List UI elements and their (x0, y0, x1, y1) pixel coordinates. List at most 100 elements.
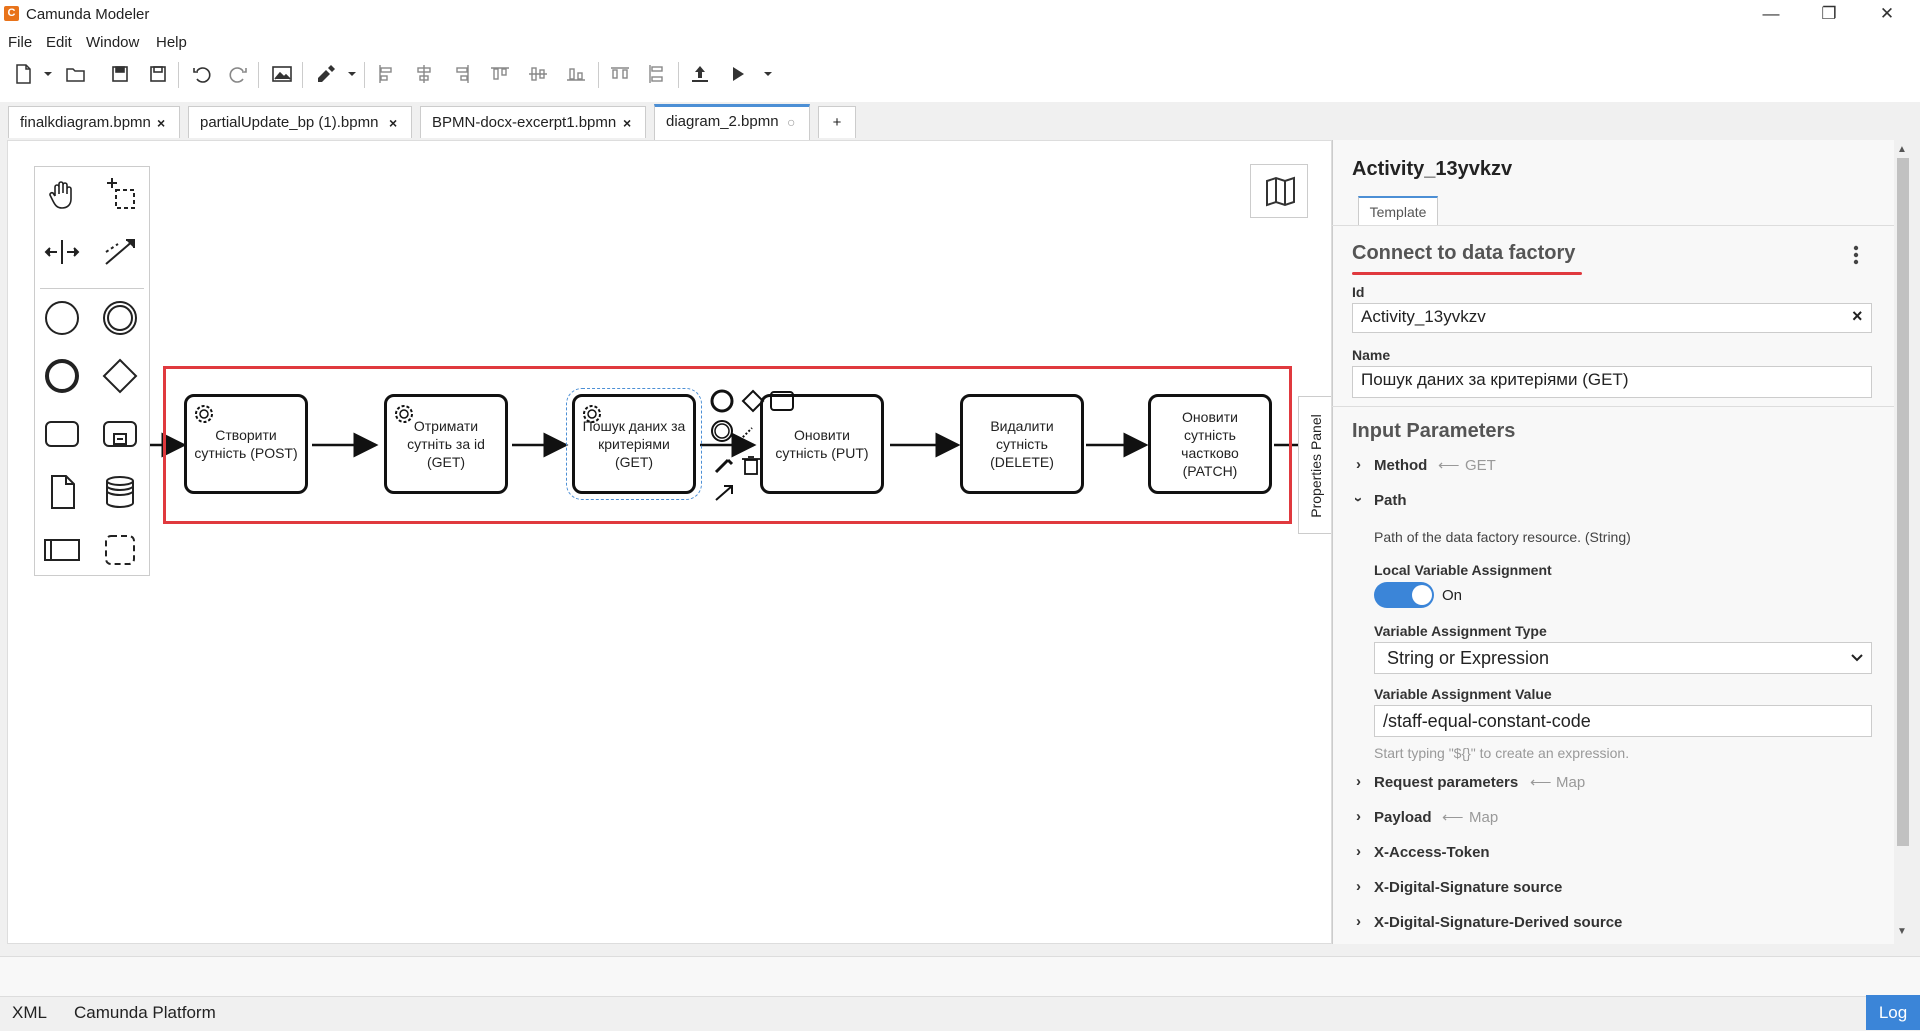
chevron-down-icon[interactable]: › (1350, 497, 1367, 502)
highlight-annotation-box (163, 366, 1292, 524)
local-variable-toggle[interactable] (1374, 582, 1434, 608)
new-file-icon[interactable] (12, 62, 36, 86)
more-options-icon[interactable] (1846, 242, 1866, 268)
chevron-right-icon[interactable]: › (1356, 843, 1361, 860)
save-icon[interactable] (108, 62, 132, 86)
bottom-bar (0, 996, 1920, 1031)
group-arrow-icon: ⟵ (1530, 774, 1552, 791)
payload-label[interactable]: Payload (1374, 809, 1432, 826)
align-left-icon[interactable] (374, 62, 398, 86)
new-tab-button[interactable]: + (818, 106, 856, 138)
distribute-vertical-icon[interactable] (644, 62, 668, 86)
x-digital-signature-label[interactable]: X-Digital-Signature source (1374, 879, 1562, 896)
run-icon[interactable] (726, 62, 750, 86)
undo-icon[interactable] (190, 62, 214, 86)
name-label: Name (1352, 347, 1391, 363)
chevron-right-icon[interactable]: › (1356, 878, 1361, 895)
platform-label[interactable]: Camunda Platform (74, 1003, 216, 1023)
align-middle-icon[interactable] (526, 62, 550, 86)
lasso-tool-icon[interactable] (100, 174, 140, 214)
input-parameters-heading: Input Parameters (1352, 420, 1516, 442)
align-top-icon[interactable] (488, 62, 512, 86)
menu-window[interactable]: Window (86, 34, 139, 51)
tab-bpmn-docx-excerpt[interactable]: BPMN-docx-excerpt1.bpmn × (420, 106, 646, 138)
element-id-heading: Activity_13yvkzv (1352, 158, 1513, 180)
restore-icon[interactable]: ❐ (1800, 0, 1858, 30)
start-event-icon[interactable] (42, 298, 82, 338)
menu-edit[interactable]: Edit (46, 34, 72, 51)
close-window-icon[interactable]: ✕ (1858, 0, 1916, 30)
task-icon[interactable] (42, 414, 82, 454)
data-store-icon[interactable] (100, 472, 140, 512)
section-divider (1332, 406, 1894, 407)
intermediate-event-icon[interactable] (100, 298, 140, 338)
clear-id-icon[interactable]: × (1852, 306, 1863, 327)
minimap-toggle-button[interactable] (1250, 164, 1308, 218)
status-strip (0, 956, 1920, 997)
open-folder-icon[interactable] (64, 62, 88, 86)
end-event-icon[interactable] (42, 356, 82, 396)
tab-diagram-2[interactable]: diagram_2.bpmn ○ (654, 104, 810, 140)
chevron-right-icon[interactable]: › (1356, 808, 1361, 825)
chevron-right-icon[interactable]: › (1356, 773, 1361, 790)
new-file-dropdown-icon[interactable] (36, 62, 52, 86)
toolbar-separator (678, 62, 679, 88)
name-input[interactable]: Пошук даних за критеріями (GET) (1352, 366, 1872, 398)
select-chevron-icon (1851, 654, 1863, 662)
pool-icon[interactable] (42, 530, 82, 570)
unsaved-indicator-icon[interactable]: ○ (787, 107, 795, 137)
variable-value-input[interactable]: /staff-equal-constant-code (1374, 705, 1872, 737)
template-underline (1352, 272, 1582, 275)
payload-value: Map (1469, 809, 1499, 826)
map-icon (1266, 176, 1295, 207)
tab-partialupdate[interactable]: partialUpdate_bp (1).bpmn × (188, 106, 412, 138)
x-digital-signature-derived-label[interactable]: X-Digital-Signature-Derived source (1374, 914, 1622, 931)
color-brush-icon[interactable] (314, 62, 338, 86)
export-image-icon[interactable] (270, 62, 294, 86)
toolbar-separator (302, 62, 303, 88)
panel-scrollbar-thumb[interactable] (1897, 158, 1909, 846)
tab-finalkdiagram[interactable]: finalkdiagram.bpmn × (8, 106, 180, 138)
method-label[interactable]: Method (1374, 457, 1427, 474)
color-dropdown-icon[interactable] (340, 62, 356, 86)
save-as-icon[interactable] (146, 62, 170, 86)
close-tab-icon[interactable]: × (157, 107, 165, 139)
connect-tool-icon[interactable] (100, 232, 140, 272)
x-access-token-label[interactable]: X-Access-Token (1374, 844, 1490, 861)
run-dropdown-icon[interactable] (756, 62, 772, 86)
chevron-right-icon[interactable]: › (1356, 913, 1361, 930)
deploy-icon[interactable] (688, 62, 712, 86)
group-icon[interactable] (100, 530, 140, 570)
distribute-horizontal-icon[interactable] (608, 62, 632, 86)
request-parameters-label[interactable]: Request parameters (1374, 774, 1518, 791)
scroll-down-icon[interactable]: ▼ (1897, 926, 1907, 937)
tab-template[interactable]: Template (1358, 196, 1438, 226)
hand-tool-icon[interactable] (42, 174, 82, 214)
menu-help[interactable]: Help (156, 34, 187, 51)
align-center-icon[interactable] (412, 62, 436, 86)
method-group[interactable]: › (1356, 456, 1361, 473)
redo-icon[interactable] (226, 62, 250, 86)
align-bottom-icon[interactable] (564, 62, 588, 86)
close-tab-icon[interactable]: × (389, 107, 397, 139)
scroll-up-icon[interactable]: ▲ (1897, 144, 1907, 155)
path-label[interactable]: Path (1374, 492, 1407, 509)
window-title: Camunda Modeler (26, 6, 150, 23)
log-button[interactable]: Log (1866, 995, 1920, 1030)
diagram-canvas[interactable] (7, 140, 1332, 944)
path-description: Path of the data factory resource. (Stri… (1374, 529, 1631, 545)
id-input[interactable]: Activity_13yvkzv (1352, 303, 1872, 333)
data-object-icon[interactable] (42, 472, 82, 512)
group-arrow-icon: ⟵ (1442, 809, 1464, 826)
xml-view-button[interactable]: XML (12, 1003, 47, 1023)
close-tab-icon[interactable]: × (623, 107, 631, 139)
gateway-icon[interactable] (100, 356, 140, 396)
minimize-icon[interactable]: — (1742, 0, 1800, 30)
align-right-icon[interactable] (450, 62, 474, 86)
menu-file[interactable]: File (8, 34, 32, 51)
template-name: Connect to data factory (1352, 242, 1576, 264)
space-tool-icon[interactable] (42, 232, 82, 272)
variable-type-select[interactable]: String or Expression (1374, 642, 1872, 674)
subprocess-icon[interactable] (100, 414, 140, 454)
properties-panel-toggle[interactable]: Properties Panel (1298, 396, 1331, 534)
